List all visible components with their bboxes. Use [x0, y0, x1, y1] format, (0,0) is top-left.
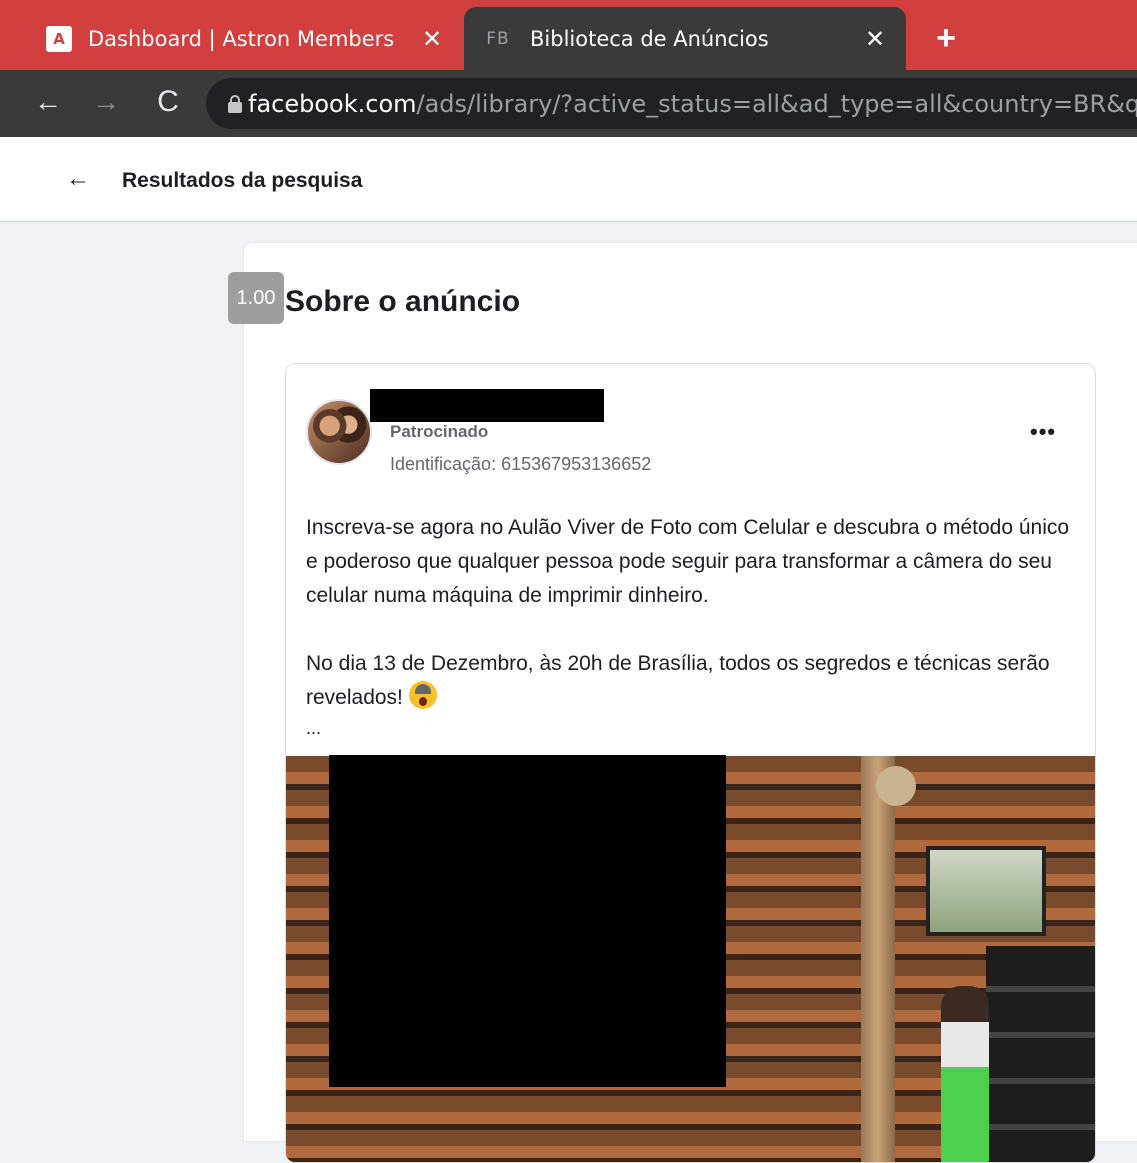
page-header: ← Resultados da pesquisa	[0, 137, 1137, 222]
redacted-media-region	[329, 755, 726, 1087]
address-bar[interactable]: facebook.com/ads/library/?active_status=…	[206, 78, 1137, 129]
astron-logo-icon: A	[46, 25, 72, 52]
browser-toolbar: ← → C facebook.com/ads/library/?active_s…	[0, 70, 1137, 137]
tab-bar: A Dashboard | Astron Members ✕ FB Biblio…	[0, 0, 1137, 70]
section-title: Sobre o anúncio	[285, 285, 521, 318]
tab-title: Dashboard | Astron Members	[88, 26, 395, 51]
reload-button[interactable]: C	[148, 82, 188, 122]
facebook-favicon-icon: FB	[486, 28, 510, 49]
face-screaming-emoji-icon	[408, 681, 437, 709]
tab-astron-dashboard[interactable]: A Dashboard | Astron Members ✕	[28, 7, 463, 70]
url-host: facebook.com	[248, 89, 417, 118]
close-icon[interactable]: ✕	[419, 25, 445, 53]
back-arrow-icon[interactable]: ←	[66, 165, 90, 193]
more-options-icon[interactable]: •••	[1030, 419, 1056, 445]
see-more-ellipsis[interactable]: ...	[306, 718, 321, 739]
ad-body-text: Inscreva-se agora no Aulão Viver de Foto…	[306, 511, 1076, 715]
close-icon[interactable]: ✕	[862, 25, 888, 53]
redacted-page-name	[370, 389, 604, 422]
ad-paragraph: Inscreva-se agora no Aulão Viver de Foto…	[306, 516, 1070, 607]
tab-title: Biblioteca de Anúncios	[530, 26, 769, 51]
page-title: Resultados da pesquisa	[122, 169, 363, 192]
zoom-badge: 1.00	[228, 272, 284, 324]
url-path: /ads/library/?active_status=all&ad_type=…	[416, 89, 1137, 118]
avatar[interactable]	[306, 399, 372, 465]
back-button[interactable]: ←	[28, 82, 68, 122]
left-column	[0, 222, 243, 1131]
forward-button[interactable]: →	[86, 82, 126, 122]
ad-id: Identificação: 615367953136652	[390, 454, 652, 474]
tab-ad-library[interactable]: FB Biblioteca de Anúncios ✕	[464, 7, 906, 70]
sponsored-label: Patrocinado	[390, 422, 489, 441]
ad-paragraph: No dia 13 de Dezembro, às 20h de Brasíli…	[306, 652, 1050, 709]
new-tab-button[interactable]: +	[928, 18, 964, 58]
